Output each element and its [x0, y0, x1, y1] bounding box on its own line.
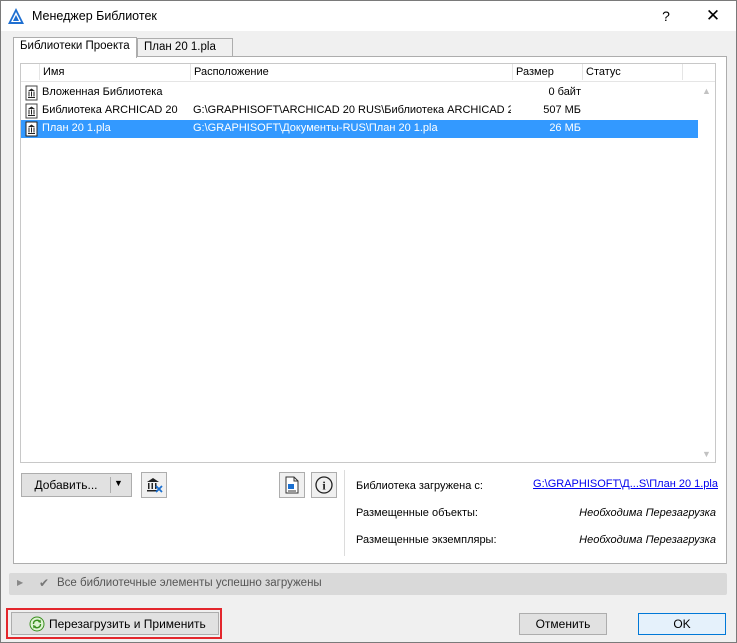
placed-instances-label: Размещенные экземпляры: [356, 534, 497, 546]
row-name: Библиотека ARCHICAD 20 [42, 104, 178, 116]
tab-plan-file[interactable]: План 20 1.pla [137, 38, 233, 58]
info-button[interactable]: i [311, 472, 337, 498]
library-list[interactable]: Имя Расположение Размер Статус Вложенная… [20, 63, 716, 463]
placed-instances-value: Необходима Перезагрузка [579, 534, 716, 546]
column-header-name[interactable]: Имя [39, 64, 190, 80]
column-header-location[interactable]: Расположение [190, 64, 512, 80]
add-library-button[interactable]: Добавить... ▼ [21, 473, 132, 497]
refresh-icon [29, 616, 45, 632]
library-report-button[interactable] [279, 472, 305, 498]
column-header-spacer [682, 64, 699, 80]
info-icon: i [315, 476, 333, 494]
column-header-status[interactable]: Статус [582, 64, 682, 80]
panel-divider [344, 470, 345, 556]
row-size: 0 байт [548, 86, 581, 98]
row-size: 26 МБ [549, 122, 581, 134]
title-bar[interactable]: Менеджер Библиотек ? ✕ [1, 1, 736, 31]
expand-arrow-icon[interactable]: ▶ [17, 578, 23, 587]
checkmark-icon: ✔ [39, 576, 50, 590]
table-row[interactable]: Вложенная Библиотека 0 байт [21, 84, 699, 102]
loaded-from-label: Библиотека загружена с: [356, 480, 483, 492]
scroll-down-arrow-icon[interactable]: ▼ [698, 445, 715, 462]
placed-objects-label: Размещенные объекты: [356, 507, 478, 519]
scroll-up-arrow-icon[interactable]: ▲ [698, 82, 715, 99]
chevron-down-icon[interactable]: ▼ [114, 478, 123, 488]
loaded-from-link[interactable]: G:\GRAPHISOFT\Д...S\План 20 1.pla [533, 478, 718, 490]
row-name: Вложенная Библиотека [42, 86, 163, 98]
tab-panel: Имя Расположение Размер Статус Вложенная… [13, 56, 727, 564]
placed-objects-value: Необходима Перезагрузка [579, 507, 716, 519]
reload-and-apply-label: Перезагрузить и Применить [49, 617, 206, 631]
row-location: G:\GRAPHISOFT\Документы-RUS\План 20 1.pl… [193, 122, 438, 134]
add-library-label: Добавить... [34, 478, 98, 492]
row-location: G:\GRAPHISOFT\ARCHICAD 20 RUS\Библиотека… [193, 104, 511, 116]
table-row[interactable]: Библиотека ARCHICAD 20 G:\GRAPHISOFT\ARC… [21, 102, 699, 120]
split-separator [110, 477, 111, 493]
row-size: 507 МБ [543, 104, 581, 116]
library-icon [25, 103, 38, 119]
remove-library-button[interactable] [141, 472, 167, 498]
svg-text:i: i [322, 479, 326, 493]
column-header-size[interactable]: Размер [512, 64, 582, 80]
cancel-button[interactable]: Отменить [519, 613, 607, 635]
status-bar[interactable]: ▶ ✔ Все библиотечные элементы успешно за… [9, 573, 727, 595]
reload-and-apply-button[interactable]: Перезагрузить и Применить [11, 612, 219, 635]
window-title: Менеджер Библиотек [32, 9, 157, 23]
status-text: Все библиотечные элементы успешно загруж… [57, 577, 322, 589]
list-header: Имя Расположение Размер Статус [21, 64, 715, 82]
document-icon [285, 476, 299, 494]
library-manager-window: Менеджер Библиотек ? ✕ Библиотеки Проект… [0, 0, 737, 643]
tab-project-libraries[interactable]: Библиотеки Проекта [13, 37, 137, 58]
library-icon [25, 85, 38, 101]
row-name: План 20 1.pla [42, 122, 111, 134]
ok-button[interactable]: OK [638, 613, 726, 635]
help-button[interactable]: ? [643, 1, 689, 31]
archicad-app-icon [8, 8, 24, 24]
table-row-selected[interactable]: План 20 1.pla G:\GRAPHISOFT\Документы-RU… [21, 120, 699, 138]
remove-library-icon [147, 478, 163, 493]
vertical-scrollbar[interactable]: ▲ ▼ [698, 82, 715, 462]
close-button[interactable]: ✕ [690, 1, 736, 31]
library-icon [25, 121, 38, 137]
